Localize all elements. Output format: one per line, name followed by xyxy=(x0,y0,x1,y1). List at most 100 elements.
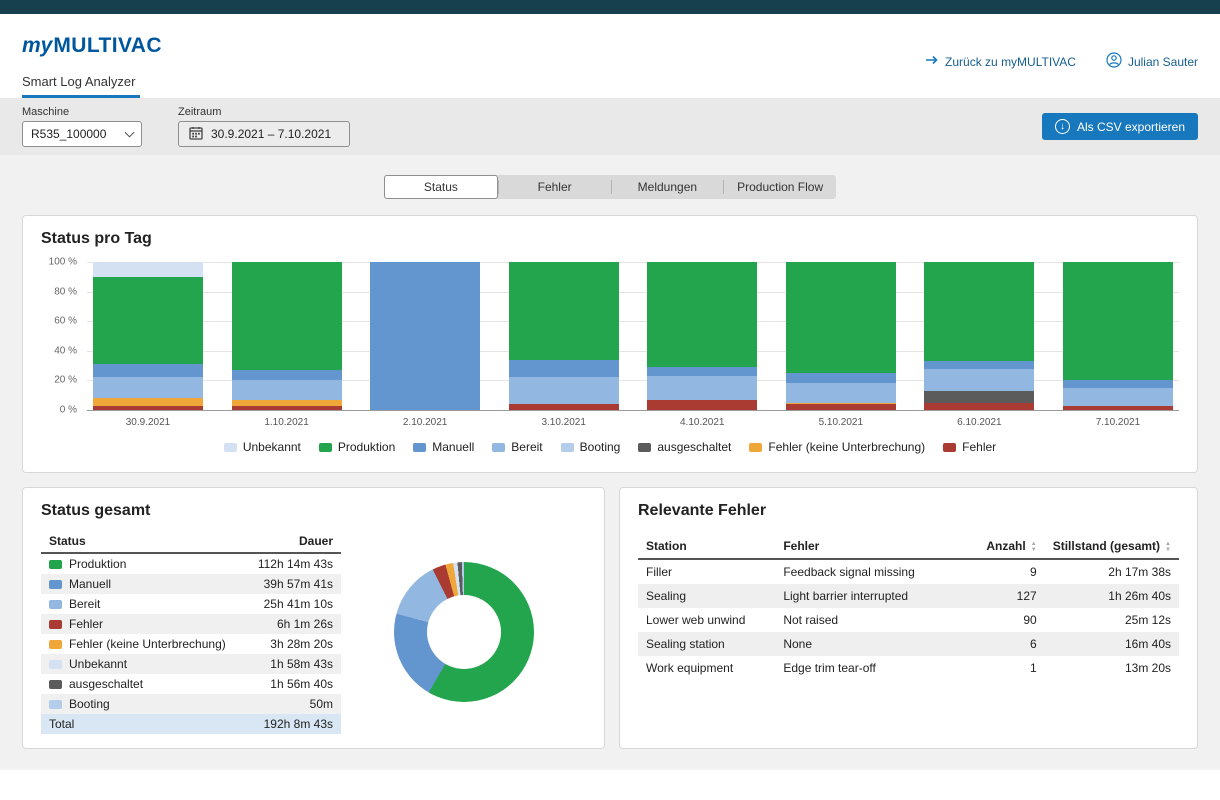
x-axis-label: 7.10.2021 xyxy=(1063,410,1173,428)
legend-item-Fehler[interactable]: Fehler xyxy=(943,440,996,454)
error-name: Feedback signal missing xyxy=(775,559,974,584)
donut-wrap xyxy=(341,562,586,702)
total-label: Total xyxy=(41,714,245,734)
y-tick: 40 % xyxy=(54,345,77,356)
total-duration: 192h 8m 43s xyxy=(245,714,341,734)
main-content: Status Fehler Meldungen Production Flow … xyxy=(0,155,1220,770)
bar-segment-Manuell xyxy=(924,361,1034,368)
bar-segment-Produktion xyxy=(647,262,757,367)
col-anzahl-label: Anzahl xyxy=(986,539,1025,553)
user-menu[interactable]: Julian Sauter xyxy=(1106,52,1198,71)
status-duration: 6h 1m 26s xyxy=(245,614,341,634)
status-label: Booting xyxy=(69,697,110,711)
app-tab-label: Smart Log Analyzer xyxy=(22,74,135,89)
error-count: 127 xyxy=(975,584,1045,608)
export-csv-button[interactable]: ↓ Als CSV exportieren xyxy=(1042,113,1198,140)
status-donut-chart xyxy=(394,562,534,702)
legend-item-Bereit[interactable]: Bereit xyxy=(492,440,542,454)
date-range-value: 30.9.2021 – 7.10.2021 xyxy=(211,127,331,141)
bar-segment-Bereit xyxy=(924,369,1034,391)
legend-item-Fehler (keine Unterbrechung)[interactable]: Fehler (keine Unterbrechung) xyxy=(749,440,925,454)
status-per-day-card: Status pro Tag 100 % 80 % 60 % 40 % 20 %… xyxy=(22,215,1198,473)
status-row: Produktion 112h 14m 43s xyxy=(41,553,341,574)
legend-label: Fehler xyxy=(962,440,996,454)
legend-item-Booting[interactable]: Booting xyxy=(561,440,621,454)
status-row: Unbekannt 1h 58m 43s xyxy=(41,654,341,674)
status-row: ausgeschaltet 1h 56m 40s xyxy=(41,674,341,694)
y-axis: 100 % 80 % 60 % 40 % 20 % 0 % xyxy=(41,262,87,410)
sort-icon: ▲▼ xyxy=(1165,541,1171,553)
machine-label: Maschine xyxy=(22,106,142,118)
date-range-input[interactable]: 30.9.2021 – 7.10.2021 xyxy=(178,121,350,147)
bar-segment-Produktion xyxy=(1063,262,1173,380)
calendar-icon xyxy=(189,126,203,143)
back-to-mymultivac-link[interactable]: Zurück zu myMULTIVAC xyxy=(925,54,1076,69)
bar-segment-Manuell xyxy=(509,360,619,378)
errors-table: Station Fehler Anzahl▲▼ Stillstand (gesa… xyxy=(638,534,1179,680)
sort-icon: ▲▼ xyxy=(1031,541,1037,553)
bar-segment-Fehler xyxy=(647,400,757,410)
legend-label: Bereit xyxy=(511,440,542,454)
header: myMULTIVAC Zurück zu myMULTIVAC Julian S… xyxy=(0,14,1220,98)
error-count: 9 xyxy=(975,559,1045,584)
status-color-swatch xyxy=(49,580,62,589)
col-dauer: Dauer xyxy=(245,530,341,553)
logo-my: my xyxy=(22,34,52,57)
status-duration: 3h 28m 20s xyxy=(245,634,341,654)
legend-item-Manuell[interactable]: Manuell xyxy=(413,440,474,454)
bar-5.10.2021: 5.10.2021 xyxy=(786,262,896,428)
machine-select[interactable]: R535_100000 xyxy=(22,121,142,147)
y-tick: 0 % xyxy=(60,405,77,416)
bottom-row: Status gesamt Status Dauer Produktion 11… xyxy=(22,487,1198,749)
error-count: 6 xyxy=(975,632,1045,656)
bar-4.10.2021: 4.10.2021 xyxy=(647,262,757,428)
bar-segment-Bereit xyxy=(786,383,896,402)
tab-smart-log-analyzer[interactable]: Smart Log Analyzer xyxy=(22,74,137,98)
legend-item-Produktion[interactable]: Produktion xyxy=(319,440,395,454)
status-label: Unbekannt xyxy=(69,657,127,671)
legend-item-ausgeschaltet[interactable]: ausgeschaltet xyxy=(638,440,731,454)
error-row: Lower web unwind Not raised 90 25m 12s xyxy=(638,608,1179,632)
footer xyxy=(0,770,1220,800)
bar-segment-Produktion xyxy=(232,262,342,370)
error-name: Edge trim tear-off xyxy=(775,656,974,680)
legend-swatch xyxy=(413,443,426,452)
status-color-swatch xyxy=(49,560,62,569)
bar-3.10.2021: 3.10.2021 xyxy=(509,262,619,428)
bar-segment-Fehler (keine Unterbrechung) xyxy=(93,398,203,405)
bar-segment-Unbekannt xyxy=(93,262,203,277)
tab-meldungen[interactable]: Meldungen xyxy=(612,175,724,199)
x-axis-label: 2.10.2021 xyxy=(370,410,480,428)
bar-segment-Fehler xyxy=(232,406,342,410)
tab-production-flow[interactable]: Production Flow xyxy=(724,175,836,199)
top-brand-bar xyxy=(0,0,1220,14)
bar-segment-Bereit xyxy=(93,377,203,398)
relevant-errors-card: Relevante Fehler Station Fehler Anzahl▲▼… xyxy=(619,487,1198,749)
error-downtime: 1h 26m 40s xyxy=(1045,584,1179,608)
status-duration: 112h 14m 43s xyxy=(245,553,341,574)
bar-segment-Bereit xyxy=(1063,388,1173,406)
period-filter: Zeitraum 30.9.2021 – 7.10.2021 xyxy=(178,106,350,147)
legend-label: Unbekannt xyxy=(243,440,301,454)
legend-swatch xyxy=(319,443,332,452)
bar-segment-Manuell xyxy=(1063,380,1173,387)
col-stillstand-sort[interactable]: Stillstand (gesamt)▲▼ xyxy=(1045,534,1179,559)
x-axis-label: 30.9.2021 xyxy=(93,410,203,428)
legend-label: Produktion xyxy=(338,440,395,454)
legend-swatch xyxy=(943,443,956,452)
x-axis-label: 4.10.2021 xyxy=(647,410,757,428)
error-name: Not raised xyxy=(775,608,974,632)
active-tab-underline xyxy=(22,95,140,98)
x-axis-label: 6.10.2021 xyxy=(924,410,1034,428)
status-per-day-title: Status pro Tag xyxy=(41,230,1179,248)
tab-status[interactable]: Status xyxy=(384,175,498,199)
tab-status-label: Status xyxy=(424,180,458,194)
machine-filter: Maschine R535_100000 xyxy=(22,106,142,147)
error-station: Sealing station xyxy=(638,632,775,656)
legend-item-Unbekannt[interactable]: Unbekannt xyxy=(224,440,301,454)
tab-fehler[interactable]: Fehler xyxy=(499,175,611,199)
error-count: 90 xyxy=(975,608,1045,632)
status-row: Booting 50m xyxy=(41,694,341,714)
col-anzahl-sort[interactable]: Anzahl ▲▼ xyxy=(975,534,1045,559)
legend-label: ausgeschaltet xyxy=(657,440,731,454)
